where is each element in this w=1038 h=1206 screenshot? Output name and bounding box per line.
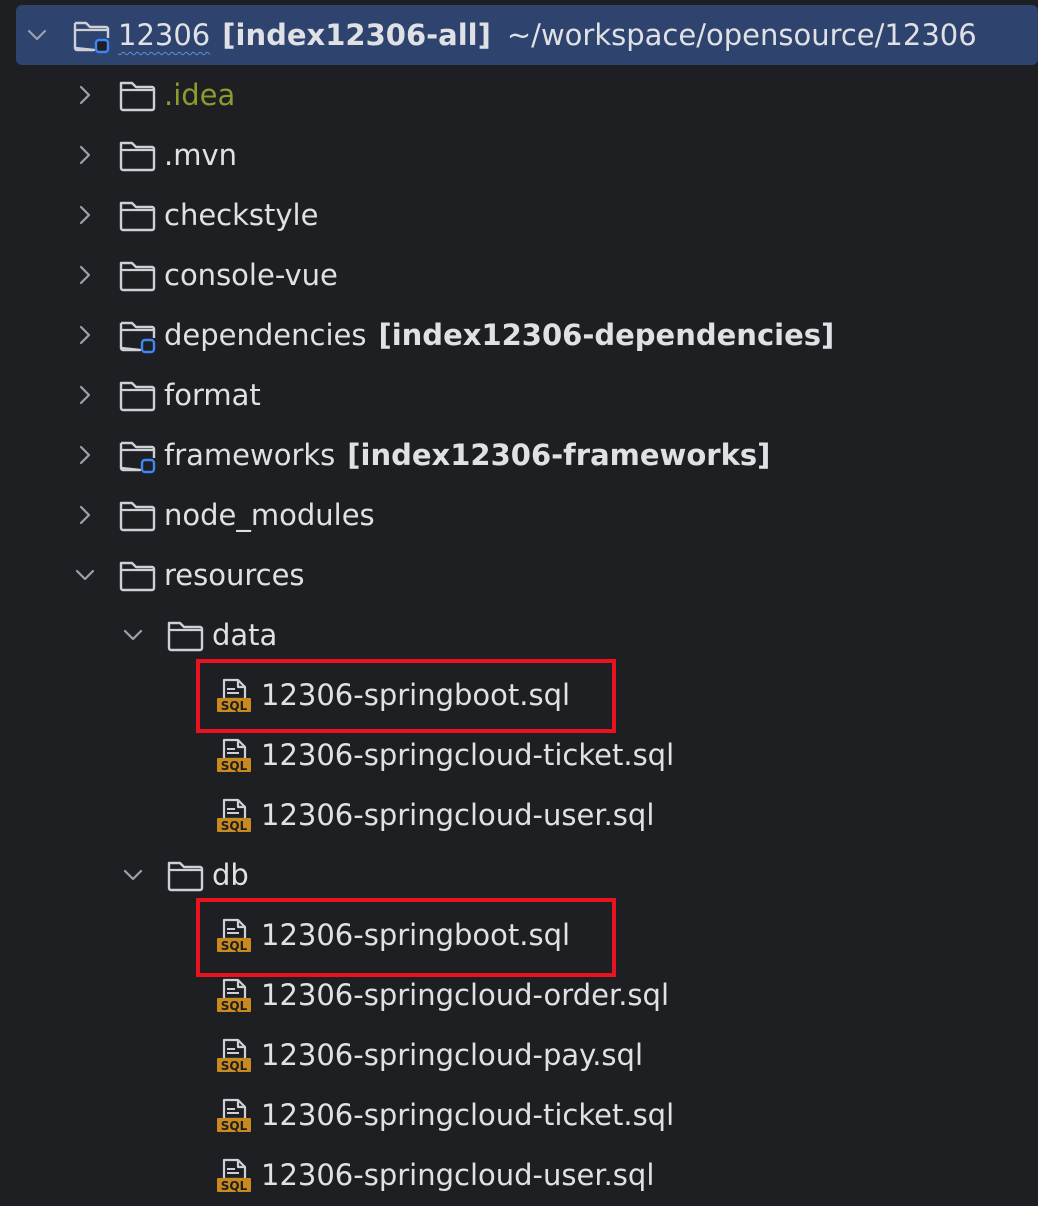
file-label: 12306-springboot.sql bbox=[261, 918, 571, 952]
module-name: [index12306-frameworks] bbox=[347, 438, 771, 472]
file-label: 12306-springcloud-order.sql bbox=[261, 978, 669, 1012]
folder-label: db bbox=[212, 858, 249, 892]
file-row[interactable]: 12306-springboot.sql bbox=[0, 905, 1038, 965]
file-row[interactable]: 12306-springboot.sql bbox=[0, 665, 1038, 725]
sql-file-icon bbox=[215, 736, 253, 774]
folder-label: frameworks bbox=[164, 438, 336, 472]
folder-label: console-vue bbox=[164, 258, 338, 292]
sql-file-icon bbox=[215, 796, 253, 834]
sql-file-icon bbox=[215, 916, 253, 954]
module-folder-icon bbox=[118, 316, 156, 354]
file-label: 12306-springcloud-ticket.sql bbox=[261, 738, 675, 772]
folder-icon bbox=[118, 76, 156, 114]
chevron-down-icon[interactable] bbox=[118, 620, 148, 650]
tree-row-node-modules[interactable]: node_modules bbox=[0, 485, 1038, 545]
folder-label: format bbox=[164, 378, 261, 412]
sql-file-icon bbox=[215, 1096, 253, 1134]
tree-row-checkstyle[interactable]: checkstyle bbox=[0, 185, 1038, 245]
file-row[interactable]: 12306-springcloud-pay.sql bbox=[0, 1025, 1038, 1085]
tree-row-data[interactable]: data bbox=[0, 605, 1038, 665]
folder-icon bbox=[118, 136, 156, 174]
tree-row-console-vue[interactable]: console-vue bbox=[0, 245, 1038, 305]
folder-label: resources bbox=[164, 558, 305, 592]
root-path: ~/workspace/opensource/12306 bbox=[506, 18, 977, 52]
chevron-right-icon[interactable] bbox=[70, 200, 100, 230]
folder-icon bbox=[166, 616, 204, 654]
tree-row-mvn[interactable]: .mvn bbox=[0, 125, 1038, 185]
tree-row-resources[interactable]: resources bbox=[0, 545, 1038, 605]
root-name: 12306 bbox=[118, 18, 211, 52]
module-name: [index12306-dependencies] bbox=[378, 318, 835, 352]
project-tree: 12306 [index12306-all] ~/workspace/opens… bbox=[0, 5, 1038, 1205]
chevron-right-icon[interactable] bbox=[70, 500, 100, 530]
folder-icon bbox=[166, 856, 204, 894]
tree-row-root[interactable]: 12306 [index12306-all] ~/workspace/opens… bbox=[0, 5, 1038, 65]
folder-label: .mvn bbox=[164, 138, 238, 172]
tree-row-frameworks[interactable]: frameworks [index12306-frameworks] bbox=[0, 425, 1038, 485]
file-row[interactable]: 12306-springcloud-user.sql bbox=[0, 1145, 1038, 1205]
file-row[interactable]: 12306-springcloud-ticket.sql bbox=[0, 725, 1038, 785]
chevron-right-icon[interactable] bbox=[70, 260, 100, 290]
sql-file-icon bbox=[215, 676, 253, 714]
folder-icon bbox=[118, 256, 156, 294]
folder-label: node_modules bbox=[164, 498, 375, 532]
tree-row-db[interactable]: db bbox=[0, 845, 1038, 905]
chevron-right-icon[interactable] bbox=[70, 440, 100, 470]
chevron-right-icon[interactable] bbox=[70, 80, 100, 110]
sql-file-icon bbox=[215, 1156, 253, 1194]
file-label: 12306-springboot.sql bbox=[261, 678, 571, 712]
file-label: 12306-springcloud-user.sql bbox=[261, 798, 655, 832]
folder-icon bbox=[118, 556, 156, 594]
file-row[interactable]: 12306-springcloud-user.sql bbox=[0, 785, 1038, 845]
module-folder-icon bbox=[72, 16, 110, 54]
folder-icon bbox=[118, 196, 156, 234]
chevron-down-icon[interactable] bbox=[118, 860, 148, 890]
module-folder-icon bbox=[118, 436, 156, 474]
root-module: [index12306-all] bbox=[222, 18, 491, 52]
tree-row-idea[interactable]: .idea bbox=[0, 65, 1038, 125]
sql-file-icon bbox=[215, 976, 253, 1014]
tree-row-dependencies[interactable]: dependencies [index12306-dependencies] bbox=[0, 305, 1038, 365]
chevron-right-icon[interactable] bbox=[70, 320, 100, 350]
file-row[interactable]: 12306-springcloud-ticket.sql bbox=[0, 1085, 1038, 1145]
folder-label: data bbox=[212, 618, 278, 652]
sql-file-icon bbox=[215, 1036, 253, 1074]
folder-icon bbox=[118, 496, 156, 534]
chevron-right-icon[interactable] bbox=[70, 140, 100, 170]
folder-label: .idea bbox=[164, 78, 236, 112]
file-label: 12306-springcloud-pay.sql bbox=[261, 1038, 643, 1072]
chevron-down-icon[interactable] bbox=[22, 20, 52, 50]
chevron-down-icon[interactable] bbox=[70, 560, 100, 590]
file-label: 12306-springcloud-user.sql bbox=[261, 1158, 655, 1192]
tree-row-format[interactable]: format bbox=[0, 365, 1038, 425]
folder-label: checkstyle bbox=[164, 198, 319, 232]
file-row[interactable]: 12306-springcloud-order.sql bbox=[0, 965, 1038, 1025]
folder-label: dependencies bbox=[164, 318, 367, 352]
folder-icon bbox=[118, 376, 156, 414]
chevron-right-icon[interactable] bbox=[70, 380, 100, 410]
file-label: 12306-springcloud-ticket.sql bbox=[261, 1098, 675, 1132]
